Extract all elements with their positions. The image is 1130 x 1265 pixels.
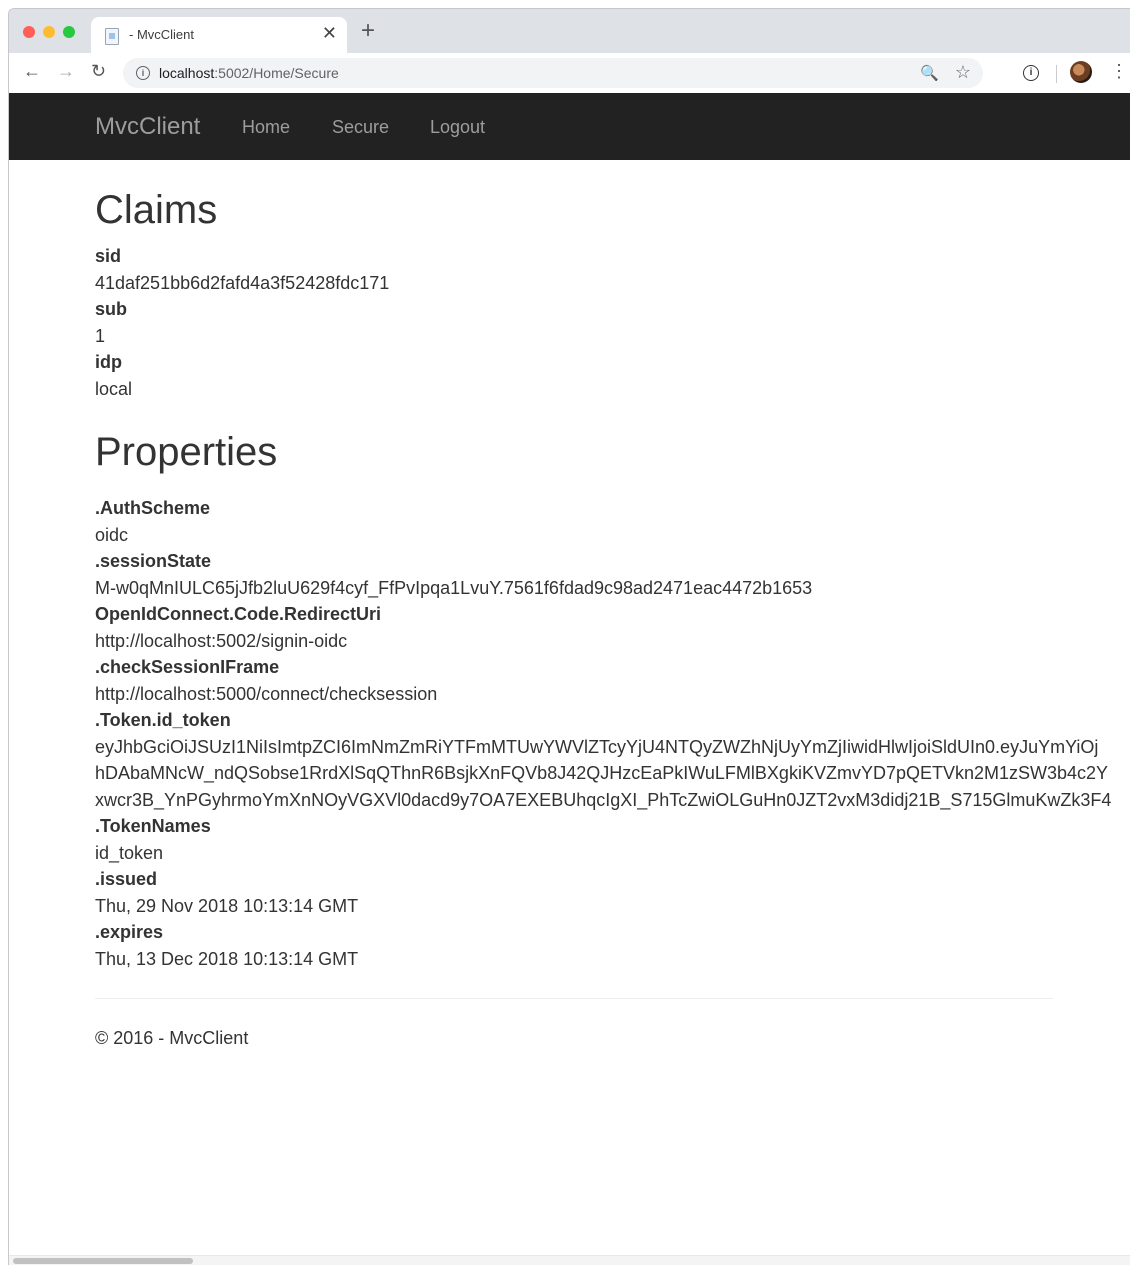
claim-value: 1 bbox=[95, 325, 106, 346]
property-value: id_token bbox=[95, 842, 164, 863]
property-value: Thu, 29 Nov 2018 10:13:14 GMT bbox=[95, 895, 359, 916]
scrollbar-thumb[interactable] bbox=[13, 1258, 193, 1264]
forward-arrow-icon[interactable]: → bbox=[57, 61, 75, 82]
claim-key: sub bbox=[95, 299, 128, 319]
claim-key: sid bbox=[95, 246, 122, 266]
new-tab-button[interactable]: + bbox=[361, 19, 375, 43]
property-key: OpenIdConnect.Code.RedirectUri bbox=[95, 604, 382, 624]
nav-link-logout[interactable]: Logout bbox=[430, 117, 485, 138]
token-line: eyJhbGciOiJSUzI1NiIsImtpZCI6ImNmZmRiYTFm… bbox=[95, 736, 1099, 757]
claims-list: sid 41daf251bb6d2fafd4a3f52428fdc171 sub… bbox=[95, 243, 389, 402]
claim-key: idp bbox=[95, 352, 122, 372]
site-info-icon[interactable]: i bbox=[136, 66, 150, 80]
property-key: .sessionState bbox=[95, 551, 212, 571]
property-value: M-w0qMnIULC65jJfb2luU629f4cyf_FfPvIpqa1L… bbox=[95, 577, 813, 598]
brand-link[interactable]: MvcClient bbox=[95, 113, 200, 141]
url-path: :5002/Home/Secure bbox=[214, 65, 339, 81]
property-value: Thu, 13 Dec 2018 10:13:14 GMT bbox=[95, 948, 359, 969]
back-arrow-icon[interactable]: ← bbox=[23, 61, 41, 82]
property-value: http://localhost:5002/signin-oidc bbox=[95, 630, 348, 651]
token-line: hDAbaMNcW_ndQSobse1RrdXlSqQThnR6BsjkXnFQ… bbox=[95, 763, 1109, 783]
tab-title: - MvcClient bbox=[129, 27, 195, 42]
token-line: xwcr3B_YnPGyhrmoYmXnNOyVGXVl0dacd9y7OA7E… bbox=[95, 789, 1112, 810]
close-window-button[interactable] bbox=[23, 26, 35, 38]
profile-avatar[interactable] bbox=[1070, 61, 1092, 83]
property-key: .Token.id_token bbox=[95, 710, 231, 730]
tab-close-icon[interactable]: ✕ bbox=[322, 23, 337, 44]
property-key: .expires bbox=[95, 922, 164, 942]
browser-window: - MvcClient ✕ + ← → ↻ i localhost:5002/H… bbox=[8, 8, 1130, 1265]
properties-list: .AuthScheme oidc .sessionState M-w0qMnIU… bbox=[95, 495, 1111, 972]
page-favicon-icon bbox=[105, 28, 119, 45]
footer-divider bbox=[95, 998, 1053, 999]
browser-tab[interactable]: - MvcClient ✕ bbox=[91, 17, 347, 53]
maximize-window-button[interactable] bbox=[63, 26, 75, 38]
minimize-window-button[interactable] bbox=[43, 26, 55, 38]
site-navbar: MvcClient Home Secure Logout bbox=[9, 93, 1130, 160]
address-bar[interactable]: i localhost:5002/Home/Secure 🔍 ☆ bbox=[123, 58, 983, 88]
browser-toolbar: ← → ↻ i localhost:5002/Home/Secure 🔍 ☆ i… bbox=[9, 53, 1130, 94]
toolbar-divider bbox=[1056, 65, 1057, 83]
reload-icon[interactable]: ↻ bbox=[91, 61, 106, 82]
browser-menu-icon[interactable]: ⋮ bbox=[1110, 61, 1128, 81]
claims-heading: Claims bbox=[95, 188, 218, 232]
properties-heading: Properties bbox=[95, 430, 278, 474]
property-key: .checkSessionIFrame bbox=[95, 657, 280, 677]
property-key: .issued bbox=[95, 869, 158, 889]
nav-link-home[interactable]: Home bbox=[242, 117, 290, 138]
claim-value: local bbox=[95, 378, 133, 399]
nav-link-secure[interactable]: Secure bbox=[332, 117, 389, 138]
extension-icon[interactable]: i bbox=[1023, 65, 1039, 81]
bookmark-star-icon[interactable]: ☆ bbox=[955, 62, 971, 83]
property-key: .AuthScheme bbox=[95, 498, 211, 518]
property-value: http://localhost:5000/connect/checksessi… bbox=[95, 683, 438, 704]
claim-value: 41daf251bb6d2fafd4a3f52428fdc171 bbox=[95, 272, 390, 293]
tab-strip: - MvcClient ✕ + bbox=[9, 9, 1130, 53]
property-key: .TokenNames bbox=[95, 816, 211, 836]
footer-copyright: © 2016 - MvcClient bbox=[95, 1028, 249, 1048]
property-value: oidc bbox=[95, 524, 129, 545]
url-text: localhost:5002/Home/Secure bbox=[159, 65, 339, 81]
url-host: localhost bbox=[159, 65, 215, 81]
zoom-icon[interactable]: 🔍 bbox=[920, 64, 939, 82]
